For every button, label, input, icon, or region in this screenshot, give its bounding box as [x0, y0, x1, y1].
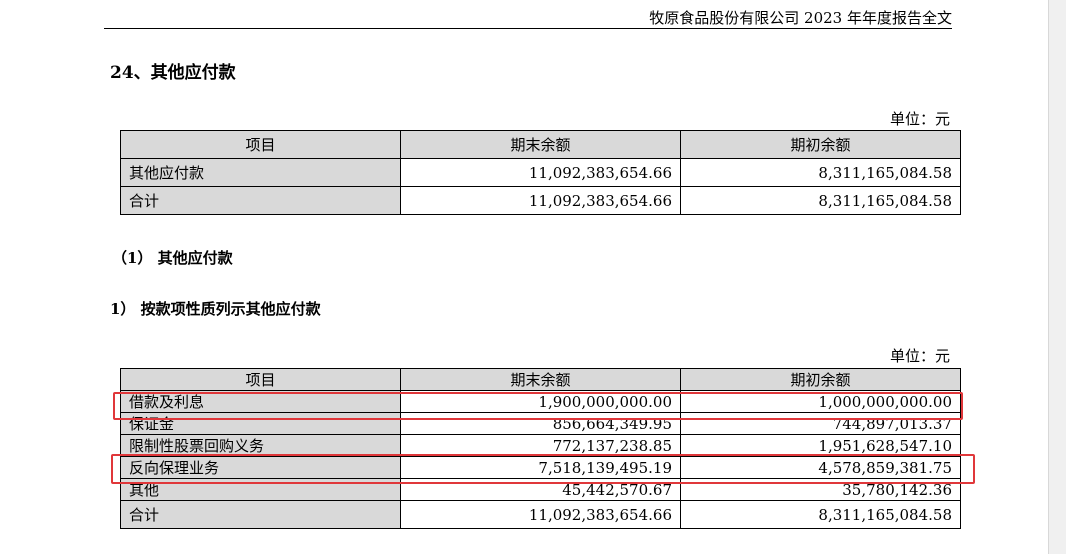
- unit-label: 单位：元: [889, 347, 950, 365]
- column-header: 项目: [120, 130, 401, 159]
- column-header: 期末余额: [400, 130, 681, 159]
- closing-balance: 11,092,383,654.66: [400, 158, 681, 187]
- opening-balance: 8,311,165,084.58: [680, 500, 961, 529]
- header-rule: [104, 28, 952, 29]
- table-header-row: 项目 期末余额 期初余额: [120, 368, 961, 391]
- column-header: 项目: [120, 368, 401, 391]
- page-gutter: [1048, 0, 1066, 554]
- section-title: 24、其他应付款: [110, 63, 236, 83]
- summary-table: 项目 期末余额 期初余额 其他应付款 11,092,383,654.66 8,3…: [120, 130, 961, 215]
- row-label: 其他应付款: [120, 158, 401, 187]
- opening-balance: 8,311,165,084.58: [680, 186, 961, 215]
- row-label: 合计: [120, 186, 401, 215]
- table-row-total: 合计 11,092,383,654.66 8,311,165,084.58: [120, 186, 961, 215]
- opening-balance: 8,311,165,084.58: [680, 158, 961, 187]
- table-row: 其他应付款 11,092,383,654.66 8,311,165,084.58: [120, 158, 961, 187]
- subheading-by-nature: 1） 按款项性质列示其他应付款: [110, 300, 321, 318]
- table-row-total: 合计 11,092,383,654.66 8,311,165,084.58: [120, 500, 961, 529]
- table-header-row: 项目 期末余额 期初余额: [120, 130, 961, 159]
- closing-balance: 11,092,383,654.66: [400, 186, 681, 215]
- column-header: 期末余额: [400, 368, 681, 391]
- subheading-other-payables: （1） 其他应付款: [112, 249, 233, 267]
- column-header: 期初余额: [680, 130, 961, 159]
- report-header-title: 牧原食品股份有限公司 2023 年年度报告全文: [649, 9, 952, 27]
- row-label: 合计: [120, 500, 401, 529]
- highlight-box-loans-interest: [113, 392, 963, 420]
- column-header: 期初余额: [680, 368, 961, 391]
- closing-balance: 11,092,383,654.66: [400, 500, 681, 529]
- unit-label: 单位：元: [889, 110, 950, 128]
- highlight-box-reverse-factoring: [111, 454, 975, 484]
